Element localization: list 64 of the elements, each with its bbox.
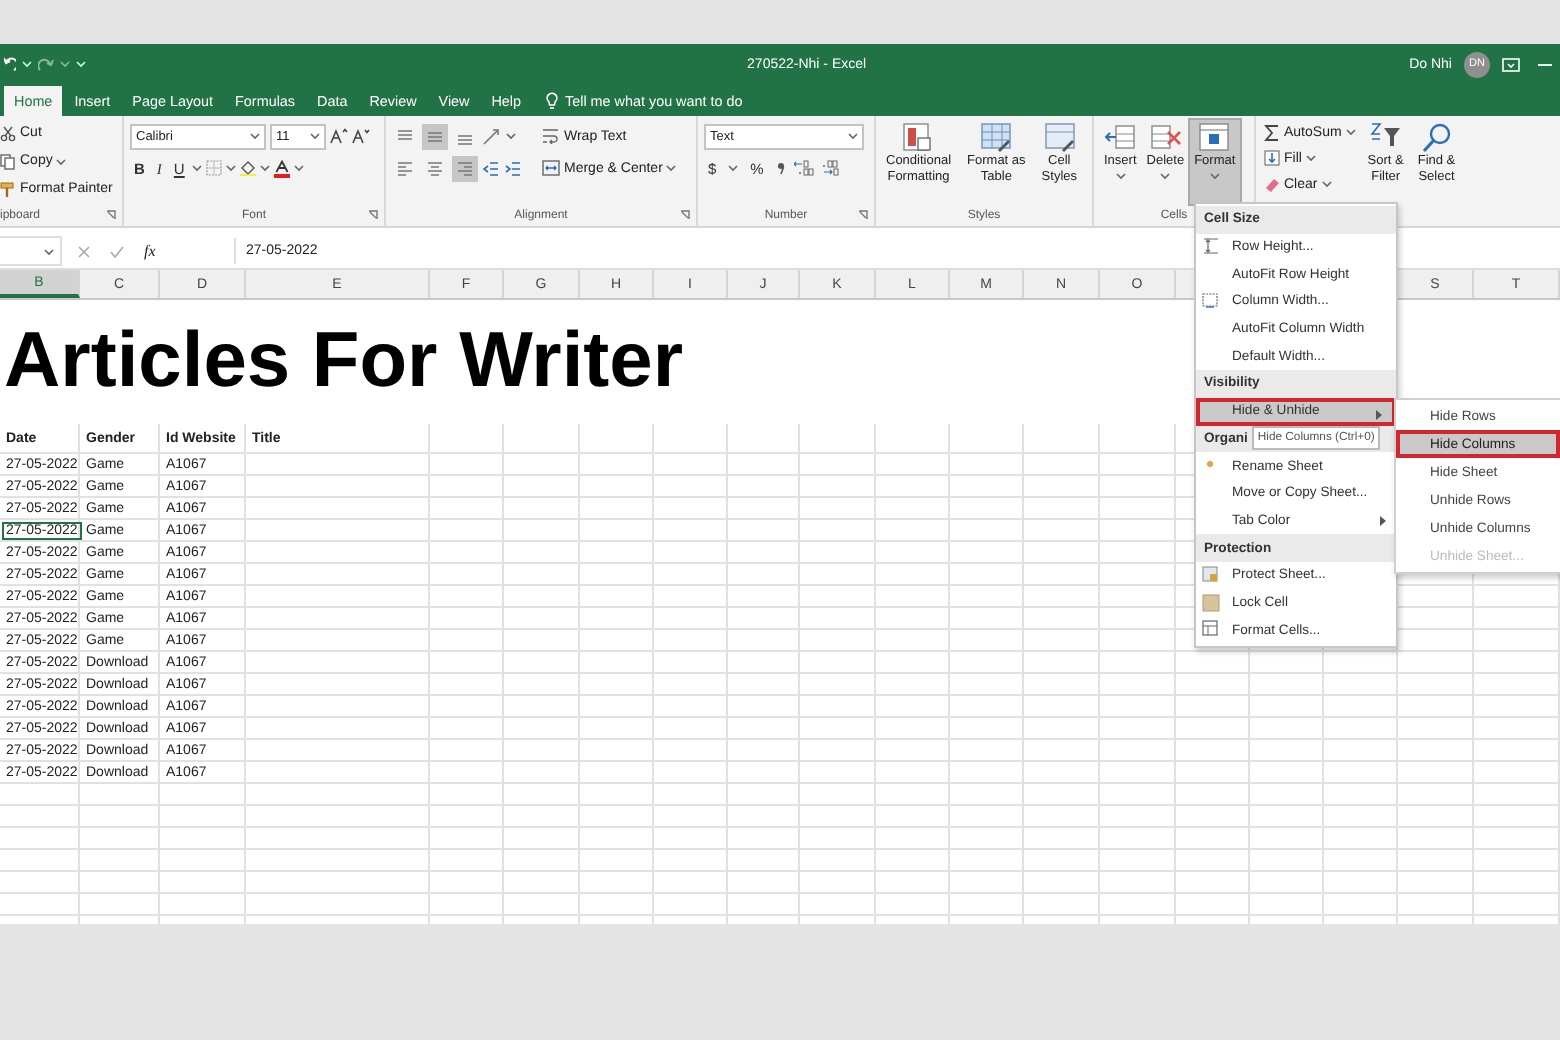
caret-icon [506, 132, 516, 140]
wrap-text-icon [542, 128, 560, 144]
row-height-icon [1202, 237, 1220, 256]
scissors-icon [0, 125, 16, 141]
decrease-decimal-icon[interactable] [821, 160, 842, 176]
font-color-icon[interactable] [274, 159, 291, 177]
caret-icon [260, 164, 271, 172]
orientation-icon[interactable] [482, 127, 502, 145]
caret-icon [294, 164, 305, 172]
confirm-icon[interactable] [110, 245, 124, 257]
submenu-arrow-icon [1380, 515, 1386, 526]
eraser-icon [1264, 175, 1280, 193]
column-width-icon [1202, 292, 1220, 311]
search-icon [1420, 122, 1453, 154]
format-cells-icon [1202, 620, 1220, 639]
grow-font-icon[interactable] [330, 128, 348, 144]
caret-icon [44, 247, 54, 255]
format-cells-icon [1198, 122, 1231, 154]
sheet-title: Articles For Writer [2, 318, 684, 406]
insert-cells-icon [1104, 122, 1137, 154]
dialog-launcher-icon[interactable] [106, 210, 116, 220]
paintbrush-icon [0, 181, 16, 197]
caret-icon [226, 164, 237, 172]
caret-icon [56, 157, 67, 165]
comma-style-icon[interactable] [775, 160, 786, 176]
delete-cells-icon [1149, 122, 1182, 154]
cell-styles-icon [1043, 122, 1076, 154]
cancel-icon[interactable] [78, 245, 90, 257]
dialog-launcher-icon[interactable] [680, 210, 690, 220]
sum-icon [1264, 123, 1280, 141]
caret-icon [1321, 180, 1332, 188]
format-table-icon [980, 122, 1013, 154]
dialog-launcher-icon[interactable] [858, 210, 868, 220]
caret-icon [310, 132, 320, 140]
insert-function-button[interactable]: fx [144, 242, 156, 260]
caret-icon [250, 132, 260, 140]
ribbon-display-icon[interactable] [1502, 57, 1520, 71]
caret-icon [1115, 171, 1126, 180]
align-right-icon[interactable] [452, 155, 478, 181]
caret-icon [22, 60, 32, 68]
caret-icon [1305, 154, 1316, 162]
merge-cells-icon [542, 160, 560, 176]
fill-down-icon [1264, 149, 1280, 167]
caret-icon [848, 132, 858, 140]
protect-sheet-icon [1202, 565, 1220, 584]
shrink-font-icon[interactable] [352, 128, 370, 144]
caret-icon [1160, 171, 1171, 180]
increase-indent-icon[interactable] [504, 159, 522, 177]
caret-icon [1345, 128, 1356, 136]
redo-icon[interactable] [38, 57, 54, 71]
caret-icon [728, 164, 739, 172]
middle-align-icon[interactable] [422, 123, 448, 149]
submenu-arrow-icon [1376, 409, 1382, 420]
caret-icon [666, 164, 677, 172]
conditional-formatting-icon [902, 122, 935, 154]
caret-icon [192, 164, 203, 172]
increase-decimal-icon[interactable] [793, 160, 814, 176]
decrease-indent-icon[interactable] [482, 159, 500, 177]
fill-bucket-icon[interactable] [240, 160, 257, 176]
caret-icon [1209, 171, 1220, 180]
lock-cell-icon [1202, 593, 1220, 612]
dialog-launcher-icon[interactable] [368, 210, 378, 220]
undo-icon[interactable] [4, 56, 16, 72]
lightbulb-icon[interactable] [545, 92, 558, 110]
